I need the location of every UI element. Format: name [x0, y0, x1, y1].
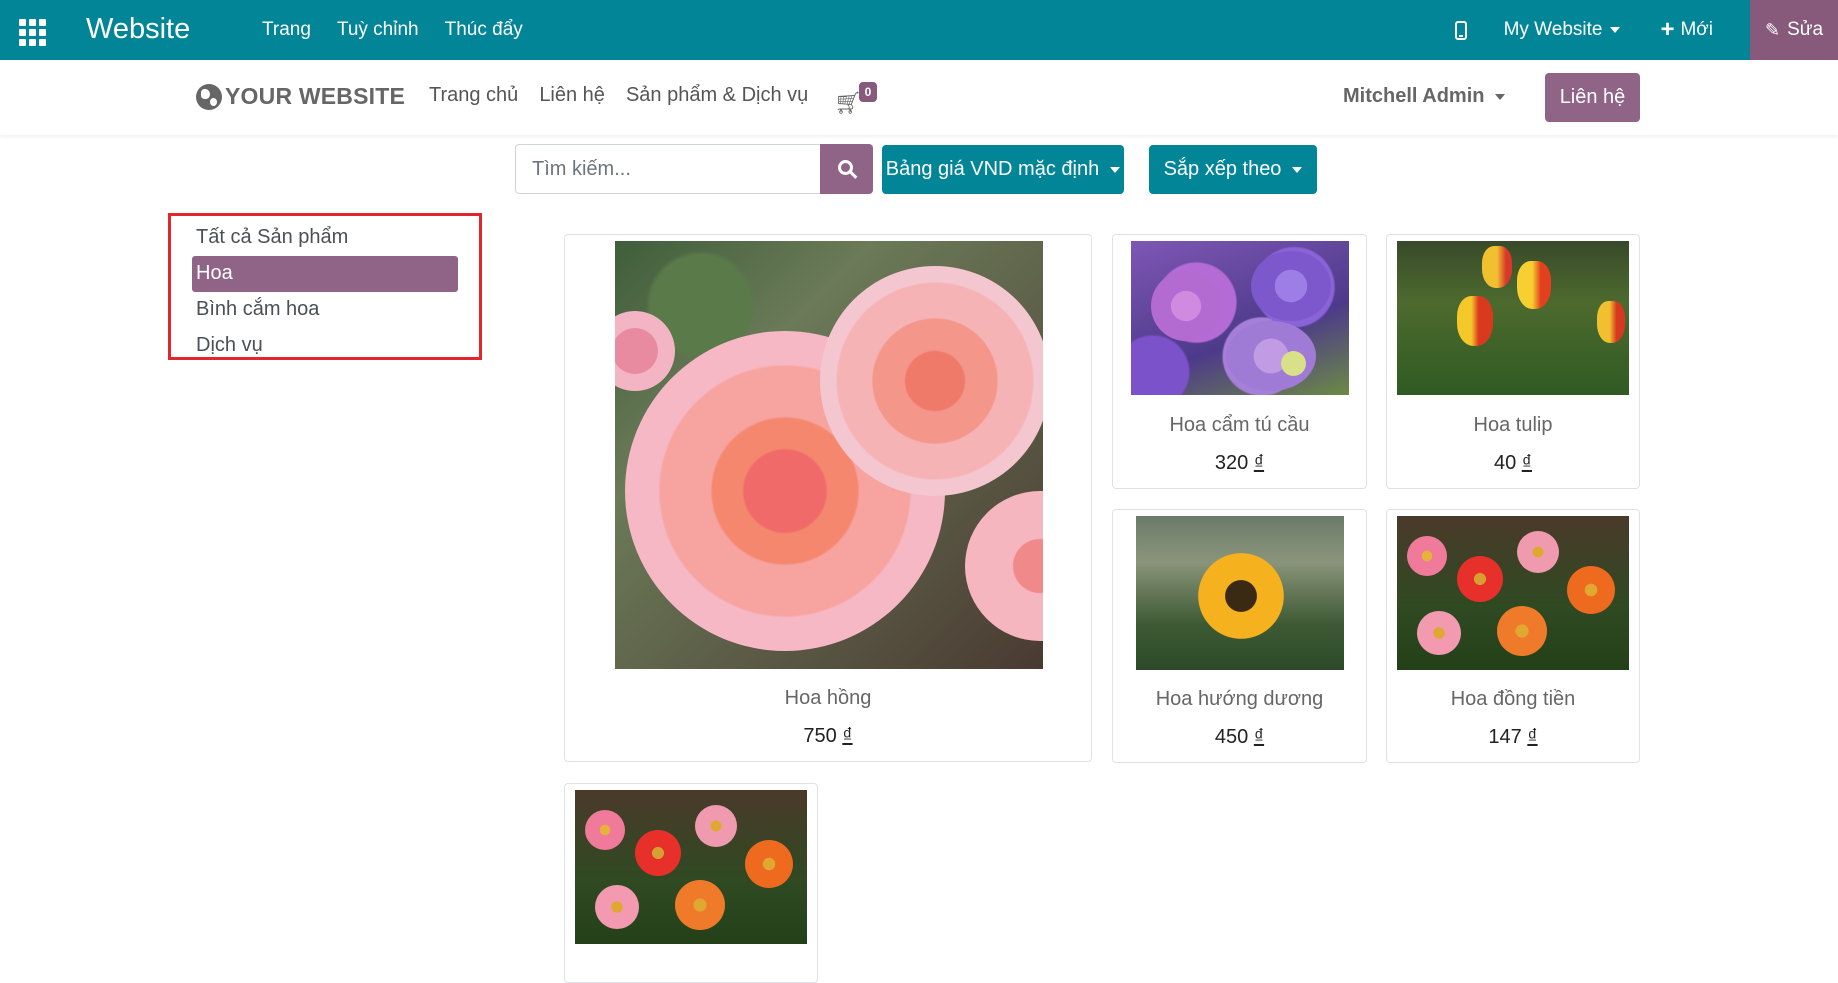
- product-image: [1131, 241, 1349, 395]
- cart-link[interactable]: 🛒︎ 0: [834, 82, 880, 116]
- pricelist-dropdown[interactable]: Bảng giá VND mặc định: [882, 145, 1124, 194]
- nav-home[interactable]: Trang chủ: [429, 84, 518, 107]
- pencil-icon: ✎: [1764, 19, 1781, 40]
- product-card[interactable]: Hoa cẩm tú cầu 320 ₫: [1112, 234, 1367, 489]
- new-button-label: Mới: [1680, 19, 1713, 40]
- category-services[interactable]: Dịch vụ: [192, 328, 458, 364]
- menu-customize[interactable]: Tuỳ chỉnh: [337, 19, 419, 41]
- category-flowers[interactable]: Hoa: [192, 256, 458, 292]
- product-card[interactable]: Hoa tulip 40 ₫: [1386, 234, 1640, 489]
- search-icon: [837, 160, 853, 175]
- edit-button[interactable]: ✎ Sửa: [1750, 0, 1838, 60]
- mobile-preview-icon[interactable]: [1454, 20, 1467, 40]
- website-switcher-label: My Website: [1503, 19, 1603, 40]
- product-image: [1136, 516, 1344, 670]
- product-name: Hoa cẩm tú cầu: [1169, 414, 1310, 436]
- product-name: Hoa đồng tiền: [1450, 688, 1576, 710]
- contact-us-button[interactable]: Liên hệ: [1545, 73, 1640, 122]
- search-button[interactable]: [820, 144, 873, 194]
- globe-icon: [196, 83, 222, 110]
- chevron-down-icon: [1292, 166, 1303, 173]
- admin-navbar: Website Trang Tuỳ chỉnh Thúc đẩy My Webs…: [0, 0, 1838, 60]
- shopping-cart-icon: 🛒︎: [834, 90, 862, 115]
- search-input[interactable]: [515, 144, 820, 194]
- product-price: 40 ₫: [1493, 452, 1533, 474]
- new-button[interactable]: + Mới: [1660, 18, 1713, 42]
- apps-grid-icon[interactable]: [16, 16, 46, 46]
- site-logo[interactable]: YOUR WEBSITE: [196, 83, 405, 110]
- user-menu[interactable]: Mitchell Admin: [1343, 85, 1506, 108]
- chevron-down-icon: [1495, 93, 1506, 100]
- website-switcher[interactable]: My Website: [1504, 19, 1621, 41]
- product-name: Hoa tulip: [1473, 414, 1553, 436]
- product-name: Hoa hướng dương: [1155, 688, 1324, 710]
- product-card[interactable]: Hoa hồng 750 ₫: [564, 234, 1092, 762]
- product-image: [1397, 516, 1629, 670]
- plus-icon: +: [1660, 16, 1675, 43]
- site-nav: Trang chủ Liên hệ Sản phẩm & Dịch vụ: [429, 84, 808, 107]
- product-card[interactable]: [564, 783, 818, 983]
- product-image: [615, 241, 1043, 669]
- nav-contact[interactable]: Liên hệ: [539, 84, 605, 107]
- sort-label: Sắp xếp theo: [1163, 158, 1282, 180]
- category-vases[interactable]: Bình cắm hoa: [192, 292, 458, 328]
- menu-pages[interactable]: Trang: [262, 19, 311, 41]
- sort-dropdown[interactable]: Sắp xếp theo: [1149, 145, 1317, 194]
- product-image: [1397, 241, 1629, 395]
- app-title: Website: [86, 13, 191, 45]
- product-price: 750 ₫: [803, 725, 853, 747]
- chevron-down-icon: [1110, 166, 1121, 173]
- user-name: Mitchell Admin: [1343, 85, 1485, 107]
- category-all-products[interactable]: Tất cả Sản phẩm: [192, 220, 458, 256]
- nav-products-services[interactable]: Sản phẩm & Dịch vụ: [626, 84, 808, 107]
- product-search: [515, 144, 873, 194]
- logo-text: YOUR WEBSITE: [225, 83, 406, 109]
- product-price: 320 ₫: [1214, 452, 1265, 474]
- product-name: Hoa hồng: [784, 687, 872, 709]
- website-header: YOUR WEBSITE Trang chủ Liên hệ Sản phẩm …: [0, 60, 1838, 135]
- product-price: 450 ₫: [1214, 726, 1265, 748]
- edit-button-label: Sửa: [1787, 19, 1824, 40]
- category-list: Tất cả Sản phẩm Hoa Bình cắm hoa Dịch vụ: [168, 213, 482, 360]
- pricelist-label: Bảng giá VND mặc định: [885, 158, 1100, 180]
- admin-menu: Trang Tuỳ chỉnh Thúc đẩy: [262, 19, 523, 41]
- chevron-down-icon: [1610, 27, 1621, 33]
- cart-count-badge: 0: [859, 82, 877, 102]
- product-image: [575, 790, 807, 944]
- menu-promote[interactable]: Thúc đẩy: [445, 19, 523, 41]
- product-card[interactable]: Hoa hướng dương 450 ₫: [1112, 509, 1367, 763]
- admin-right-actions: My Website + Mới ✎ Sửa: [1454, 0, 1838, 60]
- product-card[interactable]: Hoa đồng tiền 147 ₫: [1386, 509, 1640, 763]
- product-price: 147 ₫: [1488, 726, 1538, 748]
